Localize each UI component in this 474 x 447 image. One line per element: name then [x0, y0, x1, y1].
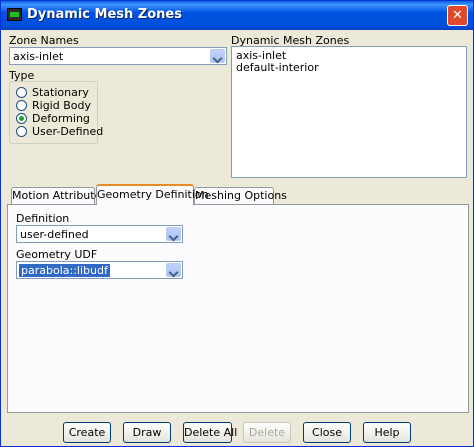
- geometry-udf-label: Geometry UDF: [16, 248, 98, 261]
- type-groupbox: Stationary Rigid Body Deforming User-Def…: [9, 81, 103, 144]
- draw-button[interactable]: Draw: [123, 422, 171, 443]
- tab-motion-attributes[interactable]: Motion Attributes: [11, 187, 107, 204]
- title-bar[interactable]: Dynamic Mesh Zones ✕: [1, 1, 473, 30]
- zone-names-dropdown[interactable]: axis-inlet: [9, 47, 227, 65]
- radio-rigid-body-icon[interactable]: [16, 100, 27, 111]
- close-button[interactable]: Close: [303, 422, 351, 443]
- delete-all-button[interactable]: Delete All: [183, 422, 237, 443]
- window-title: Dynamic Mesh Zones: [27, 7, 182, 22]
- chevron-down-icon[interactable]: [166, 227, 181, 241]
- dynamic-mesh-zones-window: Dynamic Mesh Zones ✕ Zone Names axis-inl…: [0, 0, 474, 447]
- zone-names-value: axis-inlet: [13, 50, 64, 63]
- close-window-icon[interactable]: ✕: [447, 5, 468, 26]
- chevron-down-icon[interactable]: [166, 263, 181, 277]
- radio-deforming-icon[interactable]: [16, 113, 27, 124]
- create-button[interactable]: Create: [63, 422, 111, 443]
- definition-label: Definition: [16, 212, 70, 225]
- tab-geometry-definition[interactable]: Geometry Definition: [96, 184, 209, 205]
- help-button[interactable]: Help: [363, 422, 411, 443]
- dynamic-mesh-zones-list[interactable]: axis-inlet default-interior: [231, 46, 467, 178]
- radio-stationary-icon[interactable]: [16, 87, 27, 98]
- radio-rigid-body-label: Rigid Body: [32, 99, 91, 112]
- radio-stationary-label: Stationary: [32, 86, 89, 99]
- definition-dropdown[interactable]: user-defined: [16, 225, 183, 243]
- app-icon: [7, 8, 22, 21]
- radio-user-defined-icon[interactable]: [16, 126, 27, 137]
- definition-value: user-defined: [20, 228, 89, 241]
- geometry-udf-value: parabola::libudf: [19, 264, 110, 277]
- delete-button: Delete: [243, 422, 291, 443]
- list-item[interactable]: default-interior: [236, 61, 319, 74]
- zone-names-label: Zone Names: [9, 34, 79, 47]
- radio-deforming-label: Deforming: [32, 112, 90, 125]
- radio-user-defined-label: User-Defined: [32, 125, 104, 138]
- geometry-udf-dropdown[interactable]: parabola::libudf: [16, 261, 183, 279]
- geometry-definition-panel: Definition user-defined Geometry UDF par…: [7, 204, 469, 413]
- chevron-down-icon[interactable]: [210, 49, 225, 63]
